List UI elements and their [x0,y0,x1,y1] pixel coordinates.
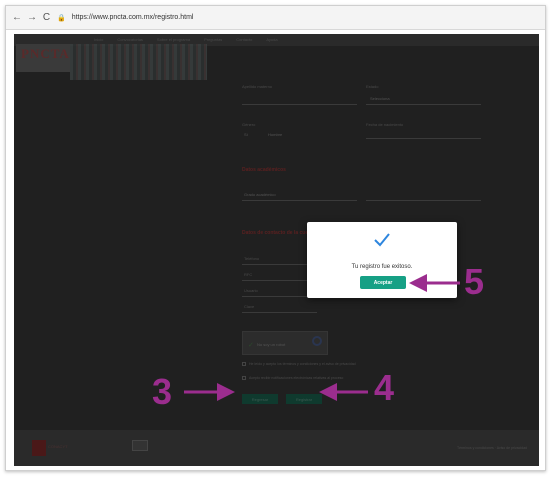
browser-window: ← → C 🔒 https://www.pncta.com.mx/registr… [5,5,546,471]
monitor-icon[interactable] [132,440,148,451]
recaptcha-logo-icon [312,336,322,346]
nav-link-preguntas[interactable]: Preguntas [204,37,222,42]
field-label-estado: Estado [366,84,379,89]
address-bar[interactable]: https://www.pncta.com.mx/registro.html [72,14,194,21]
nav-link-inicio[interactable]: Inicio [94,37,103,42]
fecha-input[interactable] [366,138,481,139]
nav-link-ayuda[interactable]: Ayuda [266,37,277,42]
field-label-rfc: RFC [244,272,253,277]
register-button[interactable]: Registrar [286,394,322,404]
consent-terms-row[interactable]: He leído y acepto los términos y condici… [242,362,356,366]
consent-notify-checkbox[interactable] [242,376,246,380]
forward-icon[interactable]: → [27,12,37,23]
rfc-input[interactable] [242,280,317,281]
consent-notify-row[interactable]: Acepto recibir notificaciones electrónic… [242,376,343,380]
lock-icon: 🔒 [57,14,66,22]
estado-select-value: Selecciona [370,96,390,101]
section-title-academic: Datos académicos [242,167,286,173]
logo-text: PNCTA [21,46,70,61]
academic-field[interactable] [366,200,481,201]
footer-links[interactable]: Términos y condiciones · Aviso de privac… [457,446,527,450]
field-label-apellido: Apellido materno [242,84,273,89]
consent-terms-checkbox[interactable] [242,362,246,366]
annotation-step-4: 4 [374,367,395,408]
field-label-genero: Género [242,122,256,127]
academic-select[interactable] [242,200,357,201]
estado-select[interactable] [366,104,481,105]
reload-icon[interactable]: C [42,12,51,23]
consent-notify-text: Acepto recibir notificaciones electrónic… [249,376,344,380]
gender-option-si[interactable]: Sí [244,132,248,137]
page-overlay: Inicio Convocatorias Sobre el programa P… [14,34,539,466]
usuario-input[interactable] [242,296,317,297]
field-label-telefono: Teléfono [244,256,260,261]
telefono-input[interactable] [242,264,317,265]
footer-logo-icon [32,440,46,456]
section-title-contact: Datos de contacto de la cuenta [242,230,316,236]
header-banner-image [70,44,207,80]
academic-select-value: Grado académico [244,192,276,197]
recaptcha-check-icon: ✓ [248,342,254,349]
browser-toolbar: ← → C 🔒 https://www.pncta.com.mx/registr… [6,6,545,30]
site-logo[interactable]: PNCTA [16,44,70,72]
nav-link-contacto[interactable]: Contacto [236,37,252,42]
gender-option-hombre[interactable]: Hombre [268,132,282,137]
recaptcha-widget[interactable]: ✓ No soy un robot [242,331,328,355]
apellido-input[interactable] [242,104,357,105]
accept-button[interactable]: Aceptar [360,276,406,289]
field-label-clave: Clave [244,304,255,309]
check-icon [374,233,390,247]
nav-link-programa[interactable]: Sobre el programa [157,37,190,42]
success-dialog: Tu registro fue exitoso. Aceptar [307,222,457,298]
footer-logo-text: CONACYT [48,444,68,449]
field-label-fecha: Fecha de nacimiento [366,122,404,127]
nav-link-convocatorias[interactable]: Convocatorias [117,37,143,42]
annotation-step-5: 5 [464,261,485,302]
back-icon[interactable]: ← [12,12,22,23]
success-message: Tu registro fue exitoso. [351,264,413,270]
recaptcha-label: No soy un robot [257,342,286,347]
clave-input[interactable] [242,312,317,313]
field-label-usuario: Usuario [244,288,258,293]
back-button[interactable]: Regresar [242,394,278,404]
consent-terms-text: He leído y acepto los términos y condici… [249,362,356,366]
annotation-step-3: 3 [152,371,173,412]
site-footer: CONACYT Términos y condiciones · Aviso d… [14,430,539,466]
